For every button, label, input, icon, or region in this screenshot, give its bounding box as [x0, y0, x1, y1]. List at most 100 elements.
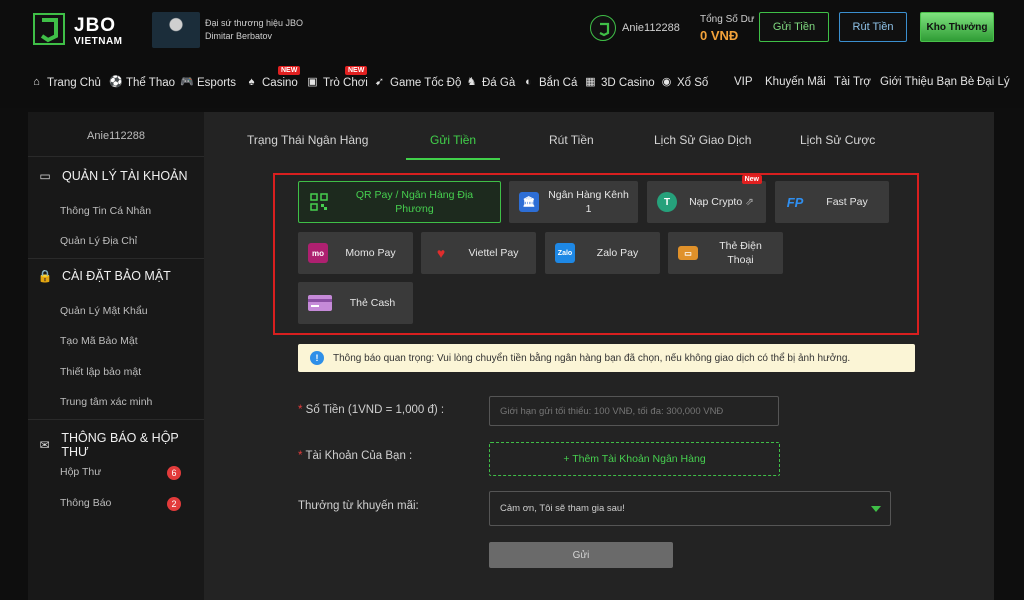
id-card-icon: ▭	[39, 169, 51, 183]
method-bank-channel-1[interactable]: 🏛 Ngân Hàng Kênh 1	[509, 181, 638, 223]
jbo-logo[interactable]: JBO VIETNAM	[30, 10, 130, 50]
nav-item-sports[interactable]: ⚽ Thể Thao	[109, 76, 175, 89]
promo-select[interactable]: Cảm ơn, Tôi sẽ tham gia sau!	[489, 491, 891, 526]
header-username[interactable]: Anie112288	[622, 22, 680, 34]
jbo-logo-icon	[33, 13, 65, 45]
sidebar-section-messages[interactable]: ✉ THÔNG BÁO & HỘP THƯ	[36, 431, 204, 459]
sidebar-item-password[interactable]: Quản Lý Mật Khẩu	[60, 305, 148, 317]
nav-label: Trò Chơi	[323, 76, 368, 89]
divider	[28, 419, 204, 420]
nav-label: Tài Trợ	[834, 76, 871, 88]
nav-item-3d-casino[interactable]: ▦ 3D Casino	[584, 76, 655, 89]
deposit-button[interactable]: Gửi Tiền	[759, 12, 829, 42]
fastpay-icon: FP	[786, 194, 804, 210]
tab-deposit[interactable]: Gửi Tiền	[430, 133, 476, 147]
fish-icon: ◐	[525, 76, 532, 88]
account-label-text: Tài Khoản Của Bạn :	[305, 450, 413, 462]
method-cash-card[interactable]: Thẻ Cash	[298, 282, 413, 324]
sidebar-section-account[interactable]: ▭ QUẢN LÝ TÀI KHOẢN	[36, 169, 187, 183]
method-crypto[interactable]: T Nạp Crypto ⇗ New	[647, 175, 766, 223]
divider	[28, 156, 204, 157]
active-tab-indicator	[406, 158, 500, 160]
logo-text: JBO	[74, 15, 117, 36]
momo-icon: mo	[308, 243, 328, 263]
method-label: QR Pay / Ngân Hàng Địa Phương	[355, 189, 474, 215]
nav-item-home[interactable]: ⌂ Trang Chủ	[30, 76, 101, 89]
nav-item-speed-games[interactable]: ➹ Game Tốc Độ	[373, 76, 461, 89]
nav-label: Bắn Cá	[539, 76, 578, 89]
lock-icon: 🔒	[37, 269, 53, 283]
promo-label: Thưởng từ khuyến mãi:	[298, 500, 419, 512]
reward-button[interactable]: Kho Thưởng	[920, 12, 994, 42]
inbox-count-badge: 6	[167, 466, 181, 480]
qr-code-icon	[309, 192, 329, 212]
section-title: CÀI ĐẶT BẢO MẬT	[62, 269, 171, 283]
user-avatar-icon[interactable]	[590, 15, 616, 41]
info-icon: !	[310, 351, 324, 365]
sidebar-item-verification[interactable]: Trung tâm xác minh	[60, 396, 152, 408]
balance-value: 0 VNĐ	[700, 28, 739, 43]
required-asterisk: *	[298, 404, 306, 416]
account-sidebar: Anie112288 ▭ QUẢN LÝ TÀI KHOẢN Thông Tin …	[28, 112, 204, 600]
add-bank-account-button[interactable]: + Thêm Tài Khoản Ngân Hàng	[489, 442, 780, 476]
slot-machine-icon: ▣	[307, 76, 318, 88]
balance-label: Tổng Số Dư	[700, 14, 755, 25]
nav-item-vip[interactable]: VIP	[734, 76, 753, 88]
withdraw-button[interactable]: Rút Tiền	[839, 12, 907, 42]
nav-item-games[interactable]: ▣ Trò Chơi NEW	[306, 66, 368, 89]
nav-label: Casino	[262, 76, 298, 89]
tab-withdraw[interactable]: Rút Tiền	[549, 133, 594, 147]
ambassador-name: Dimitar Berbatov	[205, 31, 273, 41]
nav-label: Trang Chủ	[47, 76, 101, 89]
method-fast-pay[interactable]: FP Fast Pay	[775, 181, 889, 223]
nav-item-casino[interactable]: ♠ Casino NEW	[245, 66, 301, 89]
tab-bank-status[interactable]: Trạng Thái Ngân Hàng	[247, 133, 368, 147]
sidebar-item-personal-info[interactable]: Thông Tin Cá Nhân	[60, 205, 151, 217]
nav-item-sponsorship[interactable]: Tài Trợ	[834, 76, 871, 88]
method-qr-pay[interactable]: QR Pay / Ngân Hàng Địa Phương	[298, 181, 501, 223]
method-zalo-pay[interactable]: Zalo Zalo Pay	[545, 232, 660, 274]
nav-label: Xổ Số	[677, 76, 709, 89]
promo-selected-value: Cảm ơn, Tôi sẽ tham gia sau!	[500, 503, 625, 514]
divider	[28, 258, 204, 259]
nav-label: Game Tốc Độ	[390, 76, 462, 89]
tab-transaction-history[interactable]: Lịch Sử Giao Dịch	[654, 133, 751, 147]
sidebar-item-inbox[interactable]: Hộp Thư	[60, 466, 101, 478]
submit-button[interactable]: Gửi	[489, 542, 673, 568]
method-phone-card[interactable]: ▭ Thẻ Điện Thoại	[668, 232, 783, 274]
sidebar-item-security-settings[interactable]: Thiết lập bảo mật	[60, 366, 141, 378]
nav-item-referral[interactable]: Giới Thiệu Bạn Bè	[880, 76, 974, 88]
method-label: Viettel Pay	[468, 247, 519, 259]
transaction-tabs: Trạng Thái Ngân Hàng Gửi Tiền Rút Tiền L…	[204, 128, 994, 162]
method-viettel-pay[interactable]: ♥ Viettel Pay	[421, 232, 536, 274]
amount-label-text: Số Tiền (1VND = 1,000 đ) :	[305, 404, 445, 416]
sidebar-item-security-code[interactable]: Tạo Mã Bảo Mật	[60, 335, 138, 347]
crypto-label: Nạp Crypto	[689, 196, 743, 208]
method-label: Fast Pay	[826, 196, 868, 208]
new-badge: NEW	[278, 66, 301, 75]
sidebar-section-security[interactable]: 🔒 CÀI ĐẶT BẢO MẬT	[36, 269, 171, 283]
amount-input[interactable]	[489, 396, 779, 426]
nav-item-cockfight[interactable]: ♞ Đá Gà	[465, 76, 516, 89]
sidebar-username: Anie112288	[87, 130, 145, 142]
viettel-icon: ♥	[436, 245, 446, 261]
cash-card-icon	[308, 295, 332, 311]
tab-bet-history[interactable]: Lịch Sử Cược	[800, 133, 875, 147]
method-momo[interactable]: mo Momo Pay	[298, 232, 413, 274]
nav-label: Thể Thao	[126, 76, 176, 89]
nav-item-fishing[interactable]: ◐ Bắn Cá	[522, 76, 577, 89]
nav-item-esports[interactable]: 🎮 Esports	[180, 76, 236, 89]
notifications-count-badge: 2	[167, 497, 181, 511]
nav-item-promotions[interactable]: Khuyến Mãi	[765, 76, 826, 88]
sidebar-item-notifications[interactable]: Thông Báo	[60, 497, 111, 509]
chevron-down-icon	[871, 506, 881, 512]
new-badge: New	[741, 175, 762, 184]
main-nav: ⌂ Trang Chủ ⚽ Thể Thao 🎮 Esports ♠ Casino NEW…	[0, 66, 1024, 96]
nav-item-agent[interactable]: Đại Lý	[977, 76, 1010, 88]
sidebar-item-address[interactable]: Quản Lý Địa Chỉ	[60, 235, 137, 247]
method-label: Thẻ Điện Thoại	[719, 240, 762, 266]
nav-label: 3D Casino	[601, 76, 655, 89]
nav-item-lottery[interactable]: ◉ Xổ Số	[660, 76, 709, 89]
mail-icon: ✉	[39, 438, 50, 452]
phone-card-icon: ▭	[678, 246, 698, 260]
